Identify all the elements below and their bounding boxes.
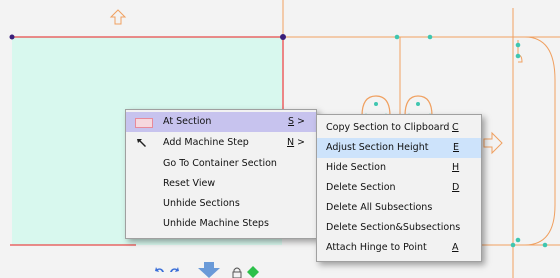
undo-icon[interactable] bbox=[154, 266, 166, 278]
corner-node[interactable] bbox=[280, 34, 286, 40]
submenu-item-delete-section-and-subsections[interactable]: Delete Section&Subsections bbox=[317, 218, 481, 238]
shortcut-key: E bbox=[453, 142, 460, 153]
section-rounded-end bbox=[518, 36, 556, 246]
menu-item-label: Unhide Machine Steps bbox=[163, 218, 269, 229]
section-submenu: Copy Section to Clipboard C Adjust Secti… bbox=[316, 114, 482, 262]
teal-node[interactable] bbox=[394, 34, 400, 40]
section-icon bbox=[135, 118, 153, 128]
menu-item-unhide-sections[interactable]: Unhide Sections bbox=[126, 194, 316, 214]
lock-icon[interactable] bbox=[232, 266, 242, 278]
teal-node[interactable] bbox=[374, 102, 378, 106]
submenu-arrow-icon: > bbox=[297, 116, 305, 127]
submenu-arrow-icon: > bbox=[297, 137, 305, 148]
context-menu: At Section S > Add Machine Step N > Go T… bbox=[125, 109, 317, 239]
corner-node[interactable] bbox=[9, 34, 15, 40]
submenu-item-attach-hinge[interactable]: Attach Hinge to Point A bbox=[317, 238, 481, 258]
shortcut-key: A bbox=[452, 242, 459, 253]
right-arrow-marker bbox=[483, 131, 503, 155]
shortcut-key: H bbox=[452, 162, 460, 173]
teal-node[interactable] bbox=[542, 242, 548, 248]
submenu-item-adjust-section-height[interactable]: Adjust Section Height E bbox=[317, 138, 481, 158]
menu-item-add-machine-step[interactable]: Add Machine Step N > bbox=[126, 133, 316, 153]
shortcut-key: C bbox=[452, 122, 459, 133]
down-arrow-icon[interactable] bbox=[196, 262, 222, 278]
menu-item-label: Go To Container Section bbox=[163, 158, 277, 169]
teal-node[interactable] bbox=[416, 102, 420, 106]
submenu-item-delete-section[interactable]: Delete Section D bbox=[317, 178, 481, 198]
teal-node[interactable] bbox=[515, 42, 521, 48]
menu-item-label: Delete Section bbox=[326, 182, 396, 193]
teal-node[interactable] bbox=[515, 53, 521, 59]
menu-item-reset-view[interactable]: Reset View bbox=[126, 174, 316, 194]
cursor-arrow-icon bbox=[137, 139, 146, 147]
menu-item-label: Delete All Subsections bbox=[326, 202, 433, 213]
teal-node[interactable] bbox=[510, 242, 516, 248]
menu-item-label: Attach Hinge to Point bbox=[326, 242, 427, 253]
shortcut-key: S bbox=[288, 116, 295, 127]
menu-item-unhide-machine-steps[interactable]: Unhide Machine Steps bbox=[126, 214, 316, 234]
menu-item-go-to-container-section[interactable]: Go To Container Section bbox=[126, 154, 316, 174]
menu-item-label: Reset View bbox=[163, 178, 216, 189]
redo-icon[interactable] bbox=[168, 266, 180, 278]
up-arrow-marker bbox=[109, 9, 127, 25]
submenu-item-copy-section[interactable]: Copy Section to Clipboard C bbox=[317, 118, 481, 138]
menu-item-label: Delete Section&Subsections bbox=[326, 222, 461, 233]
hinge-arch-right bbox=[404, 95, 433, 117]
teal-node[interactable] bbox=[427, 34, 433, 40]
menu-item-label: Copy Section to Clipboard bbox=[326, 122, 450, 133]
menu-item-label: Unhide Sections bbox=[163, 198, 240, 209]
menu-item-label: Hide Section bbox=[326, 162, 386, 173]
teal-node[interactable] bbox=[515, 237, 521, 243]
shortcut-key: N bbox=[287, 137, 295, 148]
menu-item-label: Add Machine Step bbox=[163, 137, 249, 148]
menu-item-at-section[interactable]: At Section S > bbox=[126, 112, 316, 132]
submenu-item-hide-section[interactable]: Hide Section H bbox=[317, 158, 481, 178]
menu-item-label: Adjust Section Height bbox=[326, 142, 429, 153]
green-diamond-icon[interactable] bbox=[247, 266, 259, 278]
bottom-toolbar bbox=[150, 262, 270, 278]
menu-item-label: At Section bbox=[163, 116, 212, 127]
shortcut-key: D bbox=[452, 182, 460, 193]
submenu-item-delete-all-subsections[interactable]: Delete All Subsections bbox=[317, 198, 481, 218]
